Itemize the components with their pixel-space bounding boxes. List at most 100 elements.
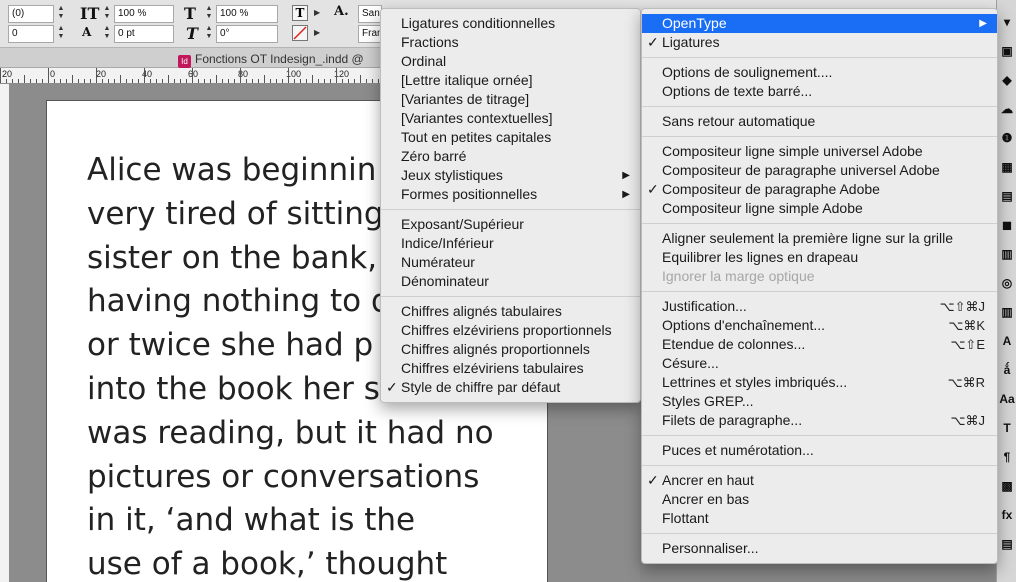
submenu-arrow-icon: ▶: [622, 189, 630, 200]
panel-icon[interactable]: ◆: [999, 72, 1015, 88]
font-family-field[interactable]: San: [358, 5, 382, 23]
panel-icon[interactable]: ▾: [999, 14, 1015, 30]
menu-item-sans-retour-automatique[interactable]: Sans retour automatique: [642, 112, 997, 131]
menu-item-label: Indice/Inférieur: [401, 235, 494, 251]
menu-item-compositeur-ligne-simple-universel-adobe[interactable]: Compositeur ligne simple universel Adobe: [642, 142, 997, 161]
menu-item-lettre-italique-ornee[interactable]: [Lettre italique ornée]: [381, 71, 640, 90]
menu-item-aligner-seulement-la-premiere-ligne-sur-la-grille[interactable]: Aligner seulement la première ligne sur …: [642, 229, 997, 248]
no-stroke-icon: [293, 26, 307, 40]
menu-item-ligatures[interactable]: ✓ Ligatures: [642, 33, 997, 52]
menu-item-fractions[interactable]: Fractions: [381, 33, 640, 52]
menu-item-equilibrer-les-lignes-en-drapeau[interactable]: Equilibrer les lignes en drapeau: [642, 248, 997, 267]
menu-item-justification[interactable]: Justification... ⌥⇧⌘J: [642, 297, 997, 316]
baseline-shift-field[interactable]: 0 pt: [114, 25, 174, 43]
text-fill-button[interactable]: T: [292, 5, 308, 21]
panel-icon[interactable]: ▤: [999, 188, 1015, 204]
menu-separator: [381, 209, 640, 210]
panel-icon[interactable]: ❶: [999, 130, 1015, 146]
panel-icon[interactable]: ▥: [999, 246, 1015, 262]
menu-item-compositeur-de-paragraphe-adobe[interactable]: ✓ Compositeur de paragraphe Adobe: [642, 180, 997, 199]
menu-item-ligatures-conditionnelles[interactable]: Ligatures conditionnelles: [381, 14, 640, 33]
menu-item-label: Zéro barré: [401, 148, 467, 164]
panel-icon[interactable]: ▥: [999, 304, 1015, 320]
panel-icon[interactable]: ▤: [999, 536, 1015, 552]
panel-icon[interactable]: T: [999, 420, 1015, 436]
menu-item-ancrer-en-haut[interactable]: ✓ Ancrer en haut: [642, 471, 997, 490]
panel-icon[interactable]: ▩: [999, 478, 1015, 494]
tracking-stepper[interactable]: ▲ ▼: [56, 5, 66, 23]
font-style-field[interactable]: Fran: [358, 25, 382, 43]
menu-item-compositeur-ligne-simple-adobe[interactable]: Compositeur ligne simple Adobe: [642, 199, 997, 218]
panel-icon[interactable]: ▣: [999, 43, 1015, 59]
ruler-tick: [108, 79, 109, 83]
chevron-right-icon[interactable]: ▶: [314, 28, 320, 37]
skew-stepper[interactable]: ▲ ▼: [204, 25, 214, 43]
menu-item-options-de-soulignement[interactable]: Options de soulignement....: [642, 63, 997, 82]
ruler-tick: [180, 79, 181, 83]
menu-item-label: Lettrines et styles imbriqués...: [662, 374, 848, 390]
document-tab[interactable]: Id Fonctions OT Indesign_.indd @: [178, 50, 364, 68]
vertical-scale-field[interactable]: 100 %: [114, 5, 174, 23]
menu-item-variantes-contextuelles[interactable]: [Variantes contextuelles]: [381, 109, 640, 128]
menu-item-cesure[interactable]: Césure...: [642, 354, 997, 373]
menu-item-chiffres-alignes-tabulaires[interactable]: Chiffres alignés tabulaires: [381, 302, 640, 321]
menu-item-variantes-de-titrage[interactable]: [Variantes de titrage]: [381, 90, 640, 109]
menu-item-personnaliser[interactable]: Personnaliser...: [642, 539, 997, 558]
menu-item-filets-de-paragraphe[interactable]: Filets de paragraphe... ⌥⌘J: [642, 411, 997, 430]
menu-item-label: Chiffres elzéviriens proportionnels: [401, 322, 612, 338]
horizontal-scale-field[interactable]: 100 %: [216, 5, 278, 23]
tracking-field[interactable]: (0): [8, 5, 54, 23]
ruler-tick: [138, 79, 139, 83]
menu-item-indice-inferieur[interactable]: Indice/Inférieur: [381, 234, 640, 253]
kerning-field[interactable]: 0: [8, 25, 54, 43]
menu-item-flottant[interactable]: Flottant: [642, 509, 997, 528]
menu-item-options-d-enchainement[interactable]: Options d'enchaînement... ⌥⌘K: [642, 316, 997, 335]
opentype-submenu: Ligatures conditionnelles Fractions Ordina…: [380, 8, 641, 403]
panel-icon[interactable]: Aa: [999, 391, 1015, 407]
menu-item-formes-positionnelles[interactable]: Formes positionnelles ▶: [381, 185, 640, 204]
menu-item-style-de-chiffre-par-defaut[interactable]: ✓ Style de chiffre par défaut: [381, 378, 640, 397]
menu-item-ordinal[interactable]: Ordinal: [381, 52, 640, 71]
baseline-shift-stepper[interactable]: ▲ ▼: [102, 25, 112, 43]
menu-item-label: Ligatures: [662, 34, 720, 50]
menu-item-chiffres-elzeviriens-tabulaires[interactable]: Chiffres elzéviriens tabulaires: [381, 359, 640, 378]
vertical-scale-stepper[interactable]: ▲ ▼: [102, 5, 112, 23]
menu-item-chiffres-alignes-proportionnels[interactable]: Chiffres alignés proportionnels: [381, 340, 640, 359]
menu-item-exposant-superieur[interactable]: Exposant/Supérieur: [381, 215, 640, 234]
panel-icon[interactable]: ◎: [999, 275, 1015, 291]
skew-field[interactable]: 0°: [216, 25, 278, 43]
menu-item-chiffres-elzeviriens-proportionnels[interactable]: Chiffres elzéviriens proportionnels: [381, 321, 640, 340]
menu-item-opentype[interactable]: OpenType ▶: [642, 14, 997, 33]
menu-item-lettrines-et-styles-imbriques[interactable]: Lettrines et styles imbriqués... ⌥⌘R: [642, 373, 997, 392]
chevron-right-icon[interactable]: ▶: [314, 8, 320, 17]
panel-icon[interactable]: ☁: [999, 101, 1015, 117]
panel-icon[interactable]: A: [999, 333, 1015, 349]
menu-item-compositeur-de-paragraphe-universel-adobe[interactable]: Compositeur de paragraphe universel Adob…: [642, 161, 997, 180]
text-stroke-button[interactable]: [292, 25, 308, 41]
panel-icon[interactable]: fx: [999, 507, 1015, 523]
ruler-label: 0: [50, 69, 56, 79]
text-fill-icon: T: [295, 6, 305, 20]
menu-item-label: Compositeur ligne simple Adobe: [662, 200, 863, 216]
panel-icon[interactable]: ǻ: [999, 362, 1015, 378]
menu-item-zero-barre[interactable]: Zéro barré: [381, 147, 640, 166]
kerning-stepper[interactable]: ▲ ▼: [56, 25, 66, 43]
menu-item-options-de-texte-barre[interactable]: Options de texte barré...: [642, 82, 997, 101]
vertical-scale-icon: IT: [80, 4, 100, 23]
panel-icon[interactable]: ¶: [999, 449, 1015, 465]
horizontal-scale-stepper[interactable]: ▲ ▼: [204, 5, 214, 23]
panel-icon[interactable]: ◼: [999, 217, 1015, 233]
ruler-tick: [360, 75, 361, 83]
checkmark-icon: ✓: [647, 34, 659, 50]
menu-item-etendue-de-colonnes[interactable]: Etendue de colonnes... ⌥⇧E: [642, 335, 997, 354]
panel-icon[interactable]: ▦: [999, 159, 1015, 175]
menu-item-ancrer-en-bas[interactable]: Ancrer en bas: [642, 490, 997, 509]
menu-item-numerateur[interactable]: Numérateur: [381, 253, 640, 272]
menu-item-styles-grep[interactable]: Styles GREP...: [642, 392, 997, 411]
vertical-ruler[interactable]: [0, 84, 10, 582]
menu-item-jeux-stylistiques[interactable]: Jeux stylistiques ▶: [381, 166, 640, 185]
menu-item-label: Numérateur: [401, 254, 475, 270]
menu-item-denominateur[interactable]: Dénominateur: [381, 272, 640, 291]
menu-item-puces-et-numerotation[interactable]: Puces et numérotation...: [642, 441, 997, 460]
menu-item-tout-en-petites-capitales[interactable]: Tout en petites capitales: [381, 128, 640, 147]
